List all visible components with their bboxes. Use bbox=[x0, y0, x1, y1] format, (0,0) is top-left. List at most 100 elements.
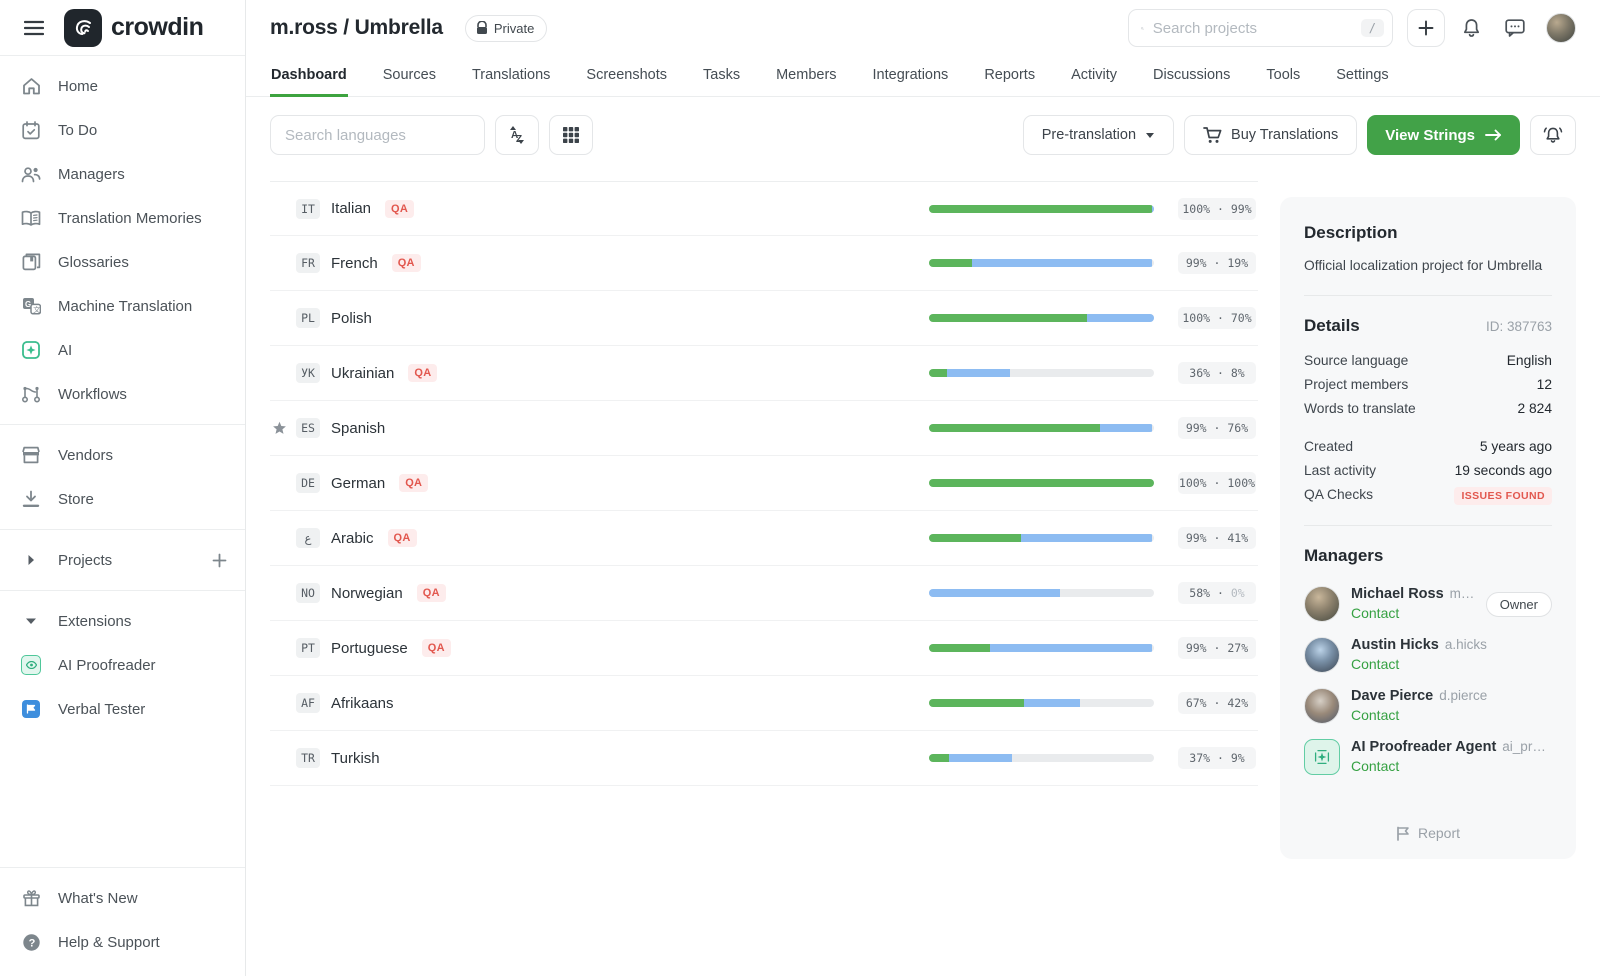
language-row-italian[interactable]: ITItalianQA100% · 99% bbox=[270, 181, 1258, 236]
tab-activity[interactable]: Activity bbox=[1070, 56, 1118, 97]
contact-link[interactable]: Contact bbox=[1351, 656, 1399, 672]
create-project-button[interactable] bbox=[1407, 9, 1445, 47]
crowdin-logo[interactable]: crowdin bbox=[64, 9, 203, 47]
progress-percentages: 100% · 100% bbox=[1178, 472, 1256, 494]
sidebar-item-ai-proofreader[interactable]: AI Proofreader bbox=[0, 643, 245, 687]
language-row-afrikaans[interactable]: AFAfrikaans67% · 42% bbox=[270, 676, 1258, 731]
manager-name: Michael Ross bbox=[1351, 586, 1444, 602]
manager-row: Michael Ross m.ross Contact Owner bbox=[1304, 586, 1552, 623]
language-row-turkish[interactable]: TRTurkish37% · 9% bbox=[270, 731, 1258, 786]
buy-translations-button[interactable]: Buy Translations bbox=[1184, 115, 1357, 155]
tab-settings[interactable]: Settings bbox=[1335, 56, 1389, 97]
approved-segment bbox=[929, 644, 990, 652]
contact-link[interactable]: Contact bbox=[1351, 605, 1399, 621]
subscribe-alerts-button[interactable] bbox=[1530, 115, 1576, 155]
language-row-portuguese[interactable]: PTPortugueseQA99% · 27% bbox=[270, 621, 1258, 676]
chevron-right-icon bbox=[21, 554, 41, 566]
qa-issues-badge[interactable]: QA bbox=[422, 639, 451, 657]
translated-segment bbox=[949, 754, 1012, 762]
sidebar-item-label: What's New bbox=[58, 890, 227, 907]
manager-row: AI Proofreader Agent ai_proof… Contact bbox=[1304, 739, 1552, 776]
sidebar-item-glossaries[interactable]: Glossaries bbox=[0, 240, 245, 284]
sidebar-item-label: Extensions bbox=[58, 613, 227, 630]
crowdin-wordmark: crowdin bbox=[111, 13, 203, 42]
sidebar-item-managers[interactable]: Managers bbox=[0, 152, 245, 196]
detail-row: Source languageEnglish bbox=[1304, 353, 1552, 368]
language-name: Spanish bbox=[331, 420, 385, 437]
dashboard-toolbar: AZ Pre-translation Buy Translations View… bbox=[246, 97, 1600, 169]
sidebar-item-help-support[interactable]: ?Help & Support bbox=[0, 920, 245, 964]
store-icon bbox=[21, 490, 41, 508]
language-row-spanish[interactable]: ESSpanish99% · 76% bbox=[270, 401, 1258, 456]
tab-screenshots[interactable]: Screenshots bbox=[585, 56, 668, 97]
language-row-ukrainian[interactable]: УКUkrainianQA36% · 8% bbox=[270, 346, 1258, 401]
plus-icon[interactable] bbox=[212, 553, 227, 568]
home-icon bbox=[21, 77, 41, 95]
language-row-french[interactable]: FRFrenchQA99% · 19% bbox=[270, 236, 1258, 291]
tab-discussions[interactable]: Discussions bbox=[1152, 56, 1231, 97]
managers-title: Managers bbox=[1304, 546, 1552, 566]
translation-progress-bar bbox=[929, 699, 1154, 707]
language-list: ITItalianQA100% · 99%FRFrenchQA99% · 19%… bbox=[270, 181, 1258, 976]
user-avatar[interactable] bbox=[1546, 13, 1576, 43]
tab-sources[interactable]: Sources bbox=[382, 56, 437, 97]
tab-integrations[interactable]: Integrations bbox=[872, 56, 950, 97]
language-row-polish[interactable]: PLPolish100% · 70% bbox=[270, 291, 1258, 346]
arrow-right-icon bbox=[1485, 129, 1502, 141]
tab-tasks[interactable]: Tasks bbox=[702, 56, 741, 97]
view-strings-button[interactable]: View Strings bbox=[1367, 115, 1520, 155]
sidebar-item-projects[interactable]: Projects bbox=[0, 538, 245, 582]
approved-segment bbox=[929, 479, 1154, 487]
sidebar-item-label: AI bbox=[58, 342, 227, 359]
search-projects-input[interactable] bbox=[1153, 20, 1352, 37]
approved-segment bbox=[929, 754, 949, 762]
sidebar-item-workflows[interactable]: Workflows bbox=[0, 372, 245, 416]
sidebar-item-ai[interactable]: AI bbox=[0, 328, 245, 372]
approved-segment bbox=[929, 369, 947, 377]
sidebar-item-machine-translation[interactable]: G文Machine Translation bbox=[0, 284, 245, 328]
contact-link[interactable]: Contact bbox=[1351, 758, 1399, 774]
issues-found-badge[interactable]: ISSUES FOUND bbox=[1454, 487, 1552, 505]
tab-tools[interactable]: Tools bbox=[1265, 56, 1301, 97]
tab-members[interactable]: Members bbox=[775, 56, 837, 97]
sidebar-item-to-do[interactable]: To Do bbox=[0, 108, 245, 152]
sidebar-nav: HomeTo DoManagersTranslation MemoriesGlo… bbox=[0, 56, 245, 867]
qa-issues-badge[interactable]: QA bbox=[392, 254, 421, 272]
page-title: m.ross / Umbrella bbox=[270, 16, 443, 40]
sidebar-item-vendors[interactable]: Vendors bbox=[0, 433, 245, 477]
language-row-german[interactable]: DEGermanQA100% · 100% bbox=[270, 456, 1258, 511]
sidebar-item-verbal-tester[interactable]: Verbal Tester bbox=[0, 687, 245, 731]
qa-issues-badge[interactable]: QA bbox=[399, 474, 428, 492]
sidebar-item-home[interactable]: Home bbox=[0, 64, 245, 108]
star-icon[interactable] bbox=[270, 421, 296, 435]
hamburger-menu-icon[interactable] bbox=[18, 14, 50, 42]
sidebar-item-store[interactable]: Store bbox=[0, 477, 245, 521]
progress-percentages: 58% · 0% bbox=[1178, 582, 1256, 604]
sort-languages-button[interactable]: AZ bbox=[495, 115, 539, 155]
sidebar-item-extensions[interactable]: Extensions bbox=[0, 599, 245, 643]
language-code-badge: AF bbox=[296, 693, 320, 713]
pre-translation-button[interactable]: Pre-translation bbox=[1023, 115, 1174, 155]
notifications-button[interactable] bbox=[1455, 11, 1488, 45]
report-button[interactable]: Report bbox=[1304, 809, 1552, 841]
language-row-arabic[interactable]: عArabicQA99% · 41% bbox=[270, 511, 1258, 566]
tab-dashboard[interactable]: Dashboard bbox=[270, 56, 348, 97]
tab-translations[interactable]: Translations bbox=[471, 56, 551, 97]
messages-button[interactable] bbox=[1498, 12, 1532, 44]
sidebar-item-what-s-new[interactable]: What's New bbox=[0, 876, 245, 920]
language-code-badge: PT bbox=[296, 638, 320, 658]
language-name: German bbox=[331, 475, 385, 492]
grid-view-button[interactable] bbox=[549, 115, 593, 155]
search-languages-input[interactable] bbox=[270, 115, 485, 155]
approved-segment bbox=[929, 424, 1100, 432]
qa-issues-badge[interactable]: QA bbox=[408, 364, 437, 382]
qa-issues-badge[interactable]: QA bbox=[417, 584, 446, 602]
contact-link[interactable]: Contact bbox=[1351, 707, 1399, 723]
sidebar-item-translation-memories[interactable]: Translation Memories bbox=[0, 196, 245, 240]
language-code-badge: УК bbox=[296, 363, 320, 383]
tab-reports[interactable]: Reports bbox=[983, 56, 1036, 97]
qa-issues-badge[interactable]: QA bbox=[388, 529, 417, 547]
details-title: Details bbox=[1304, 316, 1360, 336]
qa-issues-badge[interactable]: QA bbox=[385, 200, 414, 218]
language-row-norwegian[interactable]: NONorwegianQA58% · 0% bbox=[270, 566, 1258, 621]
